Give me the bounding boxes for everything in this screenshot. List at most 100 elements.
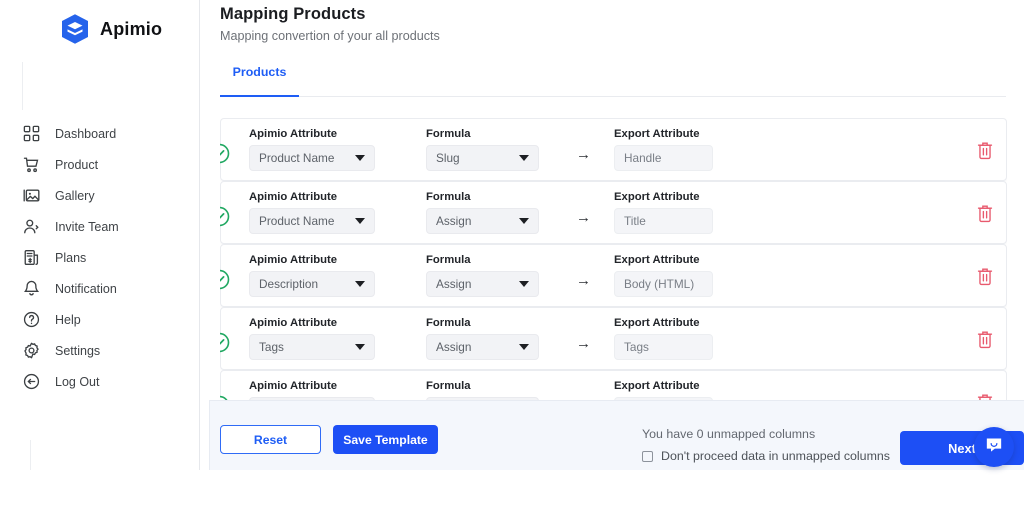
apimio-cube-logo-icon	[60, 13, 90, 45]
formula-group: Formula Assign	[426, 191, 539, 234]
trash-icon[interactable]	[976, 266, 994, 291]
target-attribute-label: Export Attribute	[614, 317, 700, 329]
arrow-right-icon: →	[576, 335, 591, 352]
sidebar-nav: Dashboard Product Gallery Invite Team Pl…	[0, 118, 200, 397]
sidebar-item-invite-team[interactable]: Invite Team	[0, 211, 200, 242]
source-attribute-select[interactable]: Product Name	[249, 145, 375, 171]
unmapped-checkbox-row[interactable]: Don't proceed data in unmapped columns	[642, 449, 890, 463]
app-window: Apimio Dashboard Product Gallery Invite …	[0, 0, 1024, 505]
source-attribute-group: Apimio Attribute Product Name	[249, 191, 375, 234]
trash-icon[interactable]	[976, 203, 994, 228]
table-row[interactable]: Apimio Attribute Tags Formula Assign → E…	[220, 307, 1007, 370]
chevron-down-icon	[519, 344, 529, 350]
source-attribute-label: Apimio Attribute	[249, 191, 338, 203]
target-attribute-label: Export Attribute	[614, 380, 700, 392]
sidebar-item-product[interactable]: Product	[0, 149, 200, 180]
select-value: Slug	[436, 151, 460, 165]
chevron-down-icon	[519, 218, 529, 224]
source-attribute-select[interactable]: Product Name	[249, 208, 375, 234]
formula-label: Formula	[426, 191, 471, 203]
formula-select[interactable]: Slug	[426, 145, 539, 171]
page-header: Mapping Products Mapping convertion of y…	[201, 0, 1024, 43]
input-value: Handle	[624, 151, 662, 165]
formula-group: Formula Assign	[426, 254, 539, 297]
sidebar-item-gallery[interactable]: Gallery	[0, 180, 200, 211]
bell-icon	[22, 279, 41, 298]
formula-select[interactable]: Assign	[426, 271, 539, 297]
table-row[interactable]: Apimio Attribute Product Name Formula As…	[220, 181, 1007, 244]
input-value: Tags	[624, 340, 649, 354]
chevron-down-icon	[355, 155, 365, 161]
chevron-down-icon	[519, 281, 529, 287]
formula-group: Formula Assign	[426, 317, 539, 360]
target-attribute-group: Export Attribute Tags	[614, 317, 713, 360]
check-circle-icon	[220, 332, 230, 353]
formula-select[interactable]: Assign	[426, 208, 539, 234]
sidebar-item-plans[interactable]: Plans	[0, 242, 200, 273]
select-value: Tags	[259, 340, 284, 354]
select-value: Assign	[436, 277, 472, 291]
dont-proceed-label: Don't proceed data in unmapped columns	[661, 449, 890, 463]
select-value: Description	[259, 277, 319, 291]
target-attribute-group: Export Attribute Body (HTML)	[614, 254, 713, 297]
unmapped-columns-status: You have 0 unmapped columns	[642, 427, 816, 441]
formula-select[interactable]: Assign	[426, 334, 539, 360]
sidebar-item-label: Dashboard	[55, 126, 117, 141]
sidebar-item-settings[interactable]: Settings	[0, 335, 200, 366]
target-attribute-group: Export Attribute Title	[614, 191, 713, 234]
check-circle-icon	[220, 143, 230, 164]
source-attribute-select[interactable]: Tags	[249, 334, 375, 360]
chevron-down-icon	[355, 281, 365, 287]
target-attribute-input[interactable]: Body (HTML)	[614, 271, 713, 297]
tab-products[interactable]: Products	[220, 65, 299, 97]
logout-arrow-icon	[22, 372, 41, 391]
sidebar-item-label: Help	[55, 312, 81, 327]
brand-name: Apimio	[100, 18, 163, 39]
table-row[interactable]: Apimio Attribute Description Formula Ass…	[220, 244, 1007, 307]
source-attribute-label: Apimio Attribute	[249, 380, 338, 392]
source-attribute-group: Apimio Attribute Product Name	[249, 128, 375, 171]
sidebar-item-help[interactable]: Help	[0, 304, 200, 335]
chat-bubble-icon	[984, 435, 1004, 460]
sidebar-item-dashboard[interactable]: Dashboard	[0, 118, 200, 149]
select-value: Assign	[436, 340, 472, 354]
chat-widget-button[interactable]	[974, 427, 1014, 467]
sidebar-item-label: Plans	[55, 250, 87, 265]
trash-icon[interactable]	[976, 140, 994, 165]
footer-action-bar: Reset Save Template You have 0 unmapped …	[209, 400, 1024, 470]
grid-dashboard-icon	[22, 124, 41, 143]
input-value: Body (HTML)	[624, 277, 695, 291]
sidebar-item-log-out[interactable]: Log Out	[0, 366, 200, 397]
save-template-button[interactable]: Save Template	[333, 425, 438, 454]
formula-label: Formula	[426, 254, 471, 266]
sidebar-item-label: Notification	[55, 281, 117, 296]
target-attribute-label: Export Attribute	[614, 254, 700, 266]
target-attribute-input[interactable]: Handle	[614, 145, 713, 171]
target-attribute-group: Export Attribute Handle	[614, 128, 713, 171]
select-value: Product Name	[259, 151, 335, 165]
arrow-right-icon: →	[576, 272, 591, 289]
target-attribute-label: Export Attribute	[614, 128, 700, 140]
source-attribute-label: Apimio Attribute	[249, 128, 338, 140]
source-attribute-select[interactable]: Description	[249, 271, 375, 297]
sidebar-item-label: Gallery	[55, 188, 95, 203]
chevron-down-icon	[355, 344, 365, 350]
brand-logo[interactable]: Apimio	[0, 0, 199, 48]
invoice-dollar-icon	[22, 248, 41, 267]
trash-icon[interactable]	[976, 329, 994, 354]
select-value: Product Name	[259, 214, 335, 228]
reset-button[interactable]: Reset	[220, 425, 321, 454]
formula-group: Formula Slug	[426, 128, 539, 171]
formula-label: Formula	[426, 317, 471, 329]
sidebar-item-notification[interactable]: Notification	[0, 273, 200, 304]
tab-active-indicator	[220, 94, 299, 97]
target-attribute-input[interactable]: Tags	[614, 334, 713, 360]
question-circle-icon	[22, 310, 41, 329]
select-value: Assign	[436, 214, 472, 228]
dont-proceed-checkbox[interactable]	[642, 450, 653, 462]
tab-label: Products	[232, 65, 287, 79]
target-attribute-input[interactable]: Title	[614, 208, 713, 234]
source-attribute-label: Apimio Attribute	[249, 317, 338, 329]
image-gallery-icon	[22, 186, 41, 205]
table-row[interactable]: Apimio Attribute Product Name Formula Sl…	[220, 118, 1007, 181]
